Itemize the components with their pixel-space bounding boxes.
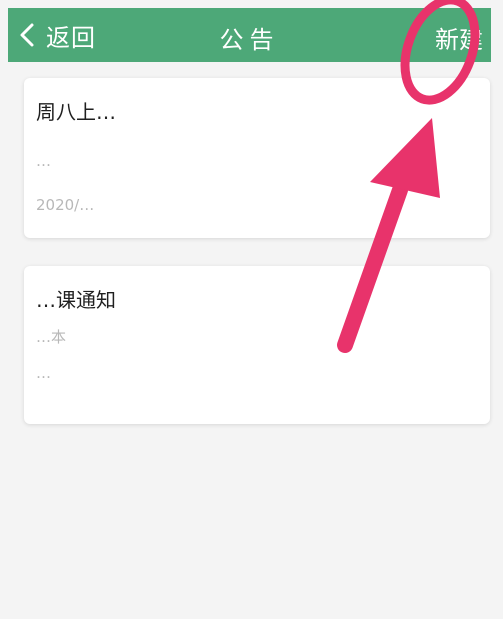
notice-card[interactable]: …课通知 …本 …: [24, 266, 490, 424]
notice-card[interactable]: 周八上… … 2020/…: [24, 78, 490, 238]
notice-date: 2020/…: [36, 196, 95, 214]
notice-date: …: [36, 364, 51, 382]
notice-content: …本: [36, 328, 67, 346]
new-button[interactable]: 新建: [435, 20, 483, 55]
page-title: 公告: [219, 26, 280, 54]
notice-title: 周八上…: [36, 100, 116, 124]
notice-title: …课通知: [36, 288, 116, 312]
header-bar: 返回 公告 新建: [8, 8, 491, 62]
notice-content: …: [36, 152, 51, 170]
